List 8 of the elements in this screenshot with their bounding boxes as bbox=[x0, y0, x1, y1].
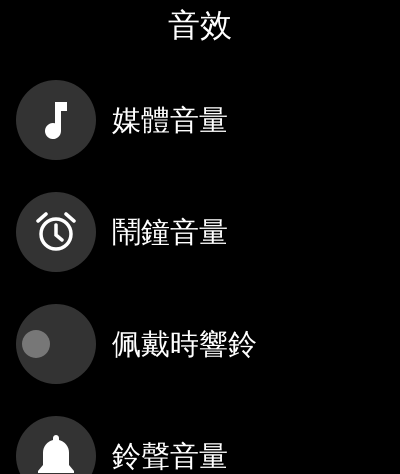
setting-label[interactable]: 鈴聲音量 bbox=[112, 438, 228, 474]
alarm-clock-icon bbox=[34, 211, 78, 253]
setting-label[interactable]: 媒體音量 bbox=[112, 102, 228, 138]
round-button[interactable] bbox=[16, 416, 96, 474]
bell-icon bbox=[36, 433, 76, 474]
screen-title: 音效 bbox=[167, 5, 233, 45]
setting-label[interactable]: 佩戴時響鈴 bbox=[112, 326, 257, 362]
setting-label[interactable]: 鬧鐘音量 bbox=[112, 214, 228, 250]
